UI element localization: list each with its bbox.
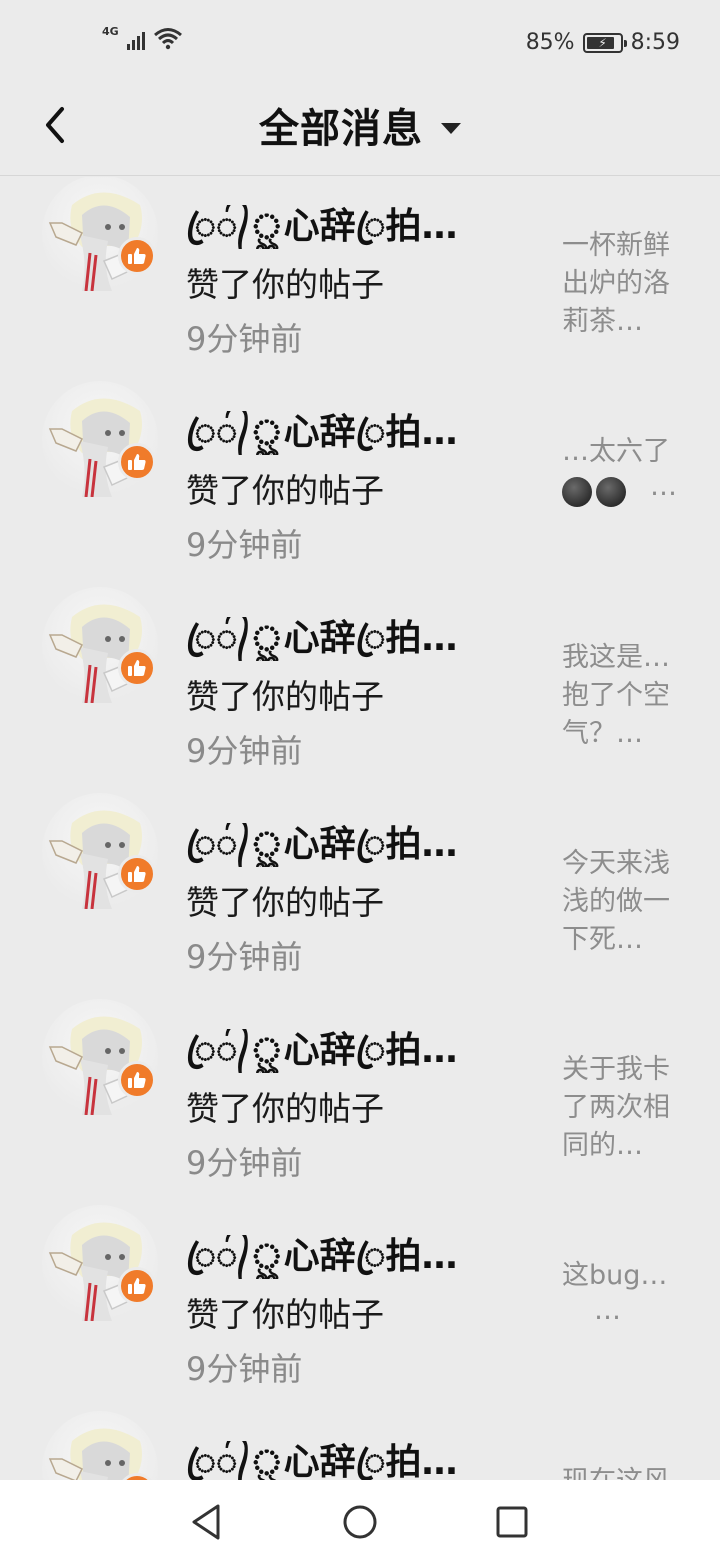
notification-item[interactable]: ꦿ᭄ৣ心辞ꦿ拍… 赞了你的帖子 9分钟前 关于我卡了两次相同的… [0, 899, 720, 1182]
caret-down-icon [441, 122, 461, 134]
nav-home-button[interactable] [338, 1500, 382, 1544]
notification-list[interactable]: ꦿ᭄ৣ心辞ꦿ拍… 赞了你的帖子 9分钟前 一杯新鲜出炉的洛莉茶… ꦿ᭄ৣ心辞ꦿ拍… [0, 177, 720, 1480]
notification-item[interactable]: ꦿ᭄ৣ心辞ꦿ拍… 赞了你的帖子 9分钟前 一杯新鲜出炉的洛莉茶… [0, 177, 720, 358]
notification-item[interactable]: ꦿ᭄ৣ心辞ꦿ拍… 赞了你的帖子 9分钟前 …太六了 … [0, 281, 720, 564]
header: 全部消息 [0, 80, 720, 176]
user-name[interactable]: ꦿ᭄ৣ心辞ꦿ拍… [186, 411, 516, 455]
user-name[interactable]: ꦿ᭄ৣ心辞ꦿ拍… [186, 205, 516, 249]
page-title: 全部消息 [259, 106, 423, 152]
notification-item[interactable]: ꦿ᭄ৣ心辞ꦿ拍… 赞了你的帖子 9分钟前 现在这风都这么没有感… [0, 1311, 720, 1480]
nav-recents-button[interactable] [490, 1500, 534, 1544]
thumbs-up-icon [128, 866, 146, 882]
user-name[interactable]: ꦿ᭄ৣ心辞ꦿ拍… [186, 1235, 516, 1279]
square-recents-icon [496, 1506, 528, 1538]
status-right: 85% ⚡ 8:59 [526, 30, 680, 55]
user-name[interactable]: ꦿ᭄ৣ心辞ꦿ拍… [186, 1441, 516, 1480]
battery-icon: ⚡ [582, 32, 627, 53]
user-name[interactable]: ꦿ᭄ৣ心辞ꦿ拍… [186, 823, 516, 867]
notification-item[interactable]: ꦿ᭄ৣ心辞ꦿ拍… 赞了你的帖子 9分钟前 这bug… … [0, 1105, 720, 1388]
post-preview[interactable]: …太六了 [562, 433, 682, 471]
thumbs-up-icon [128, 1072, 146, 1088]
battery-percent: 85% [525, 30, 575, 55]
network-type: 4G [102, 25, 119, 38]
message-filter-dropdown[interactable]: 全部消息 [0, 96, 720, 154]
thumbs-up-icon [128, 660, 146, 676]
notification-item[interactable]: ꦿ᭄ৣ心辞ꦿ拍… 赞了你的帖子 9分钟前 今天来浅浅的做一下死… [0, 693, 720, 976]
like-badge [118, 1267, 156, 1305]
thumbs-up-icon [128, 248, 146, 264]
like-badge [118, 1061, 156, 1099]
thumbs-up-icon [128, 1278, 146, 1294]
avatar[interactable] [42, 1411, 158, 1480]
user-name[interactable]: ꦿ᭄ৣ心辞ꦿ拍… [186, 617, 516, 661]
post-preview[interactable]: 现在这风都这么没有感… [562, 1463, 682, 1480]
status-bar: 4G 85% ⚡ 8:59 [0, 0, 720, 80]
clock: 8:59 [630, 30, 680, 55]
like-badge [118, 855, 156, 893]
like-badge [118, 649, 156, 687]
signal-icon [126, 28, 145, 50]
user-name[interactable]: ꦿ᭄ৣ心辞ꦿ拍… [186, 1029, 516, 1073]
status-left: 4G [102, 25, 183, 50]
thumbs-up-icon [128, 454, 146, 470]
avatar-illustration [48, 1428, 142, 1480]
triangle-back-icon [192, 1504, 220, 1540]
like-badge [118, 237, 156, 275]
system-nav-bar [0, 1480, 720, 1560]
notification-item[interactable]: ꦿ᭄ৣ心辞ꦿ拍… 赞了你的帖子 9分钟前 我这是…抱了个空气？… [0, 487, 720, 770]
circle-home-icon [343, 1505, 377, 1539]
nav-back-button[interactable] [184, 1500, 228, 1544]
post-preview[interactable]: 这bug… [562, 1257, 682, 1295]
like-badge [118, 443, 156, 481]
wifi-icon [153, 28, 182, 50]
